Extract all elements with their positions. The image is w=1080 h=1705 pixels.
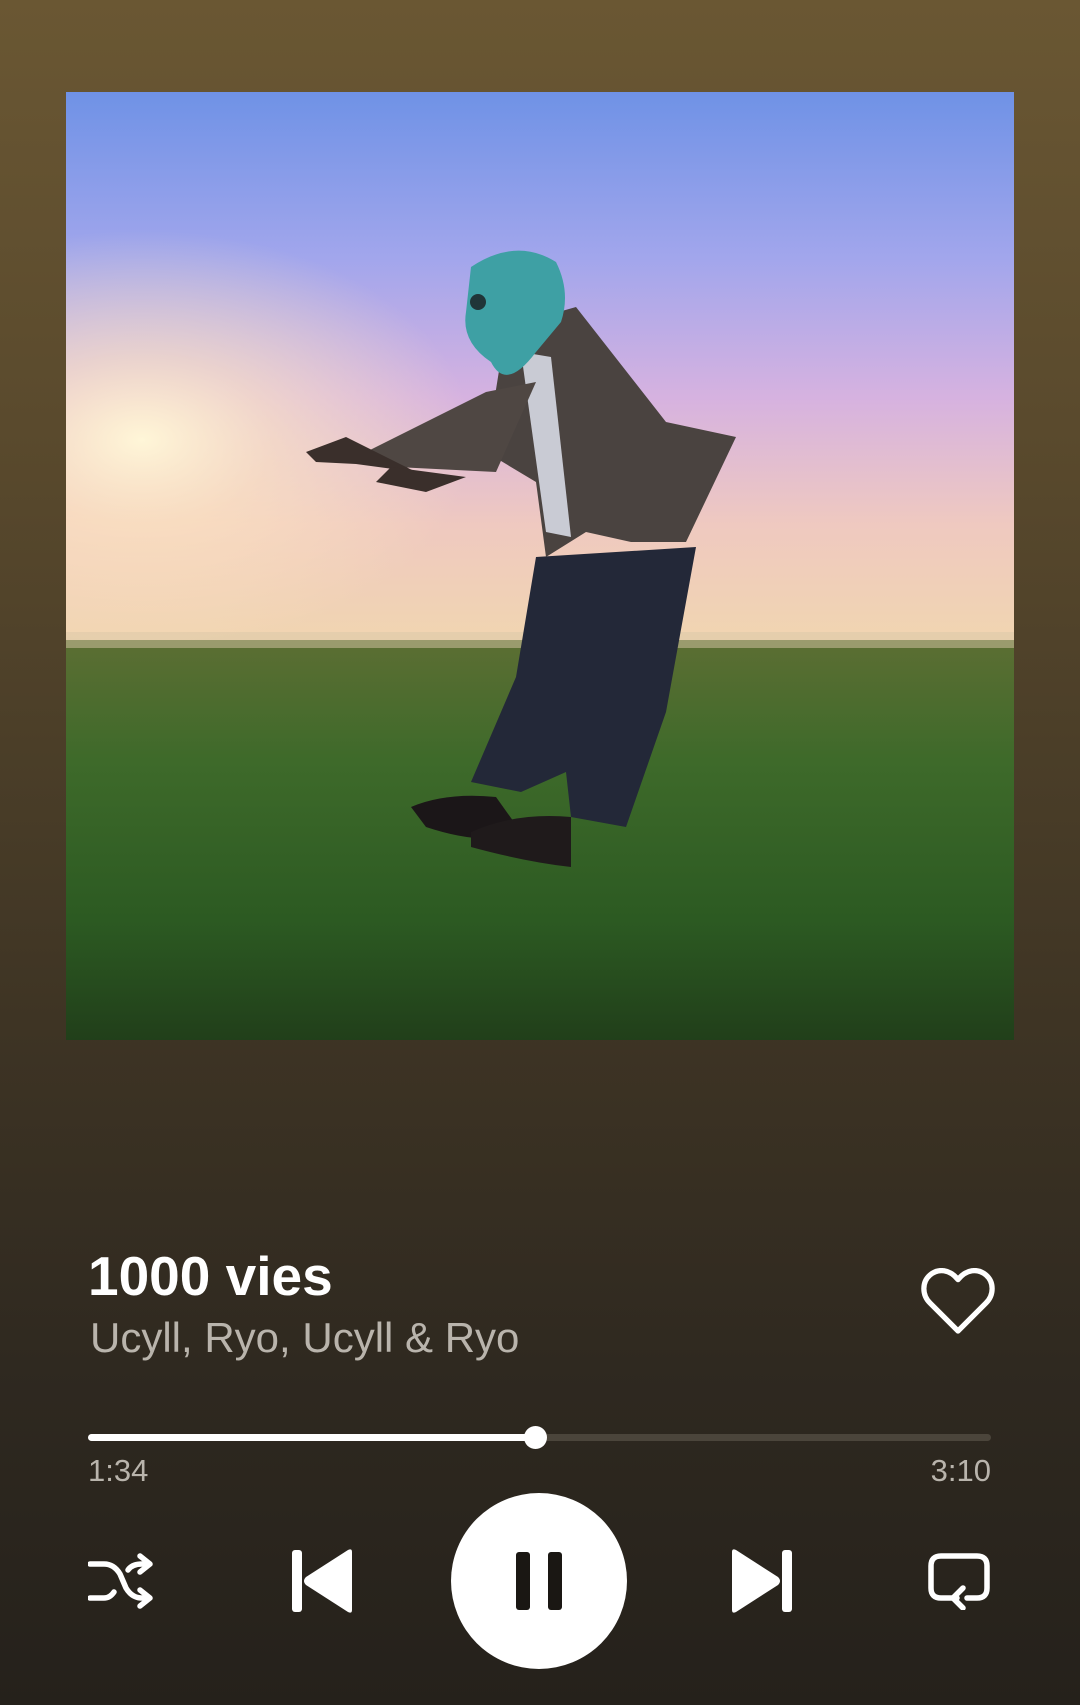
like-button[interactable] [920, 1268, 996, 1338]
previous-button[interactable] [282, 1543, 362, 1619]
skip-previous-icon [292, 1549, 352, 1613]
album-artwork-image [66, 92, 1014, 1040]
repeat-button[interactable] [922, 1548, 996, 1614]
repeat-icon [928, 1553, 990, 1610]
total-time: 3:10 [930, 1453, 991, 1488]
skip-next-icon [732, 1549, 792, 1613]
heart-outline-icon [921, 1268, 995, 1334]
progress-fill [88, 1434, 535, 1441]
shuffle-button[interactable] [84, 1548, 158, 1614]
pause-icon [516, 1552, 562, 1610]
next-button[interactable] [722, 1543, 802, 1619]
progress-bar[interactable] [88, 1426, 991, 1450]
shuffle-icon [88, 1553, 153, 1609]
elapsed-time: 1:34 [88, 1453, 149, 1488]
progress-knob[interactable] [523, 1426, 547, 1449]
album-artwork [66, 92, 1014, 1040]
pause-button[interactable] [451, 1493, 627, 1669]
track-artists[interactable]: Ucyll, Ryo, Ucyll & Ryo [90, 1311, 519, 1365]
track-title[interactable]: 1000 vies [88, 1243, 333, 1309]
